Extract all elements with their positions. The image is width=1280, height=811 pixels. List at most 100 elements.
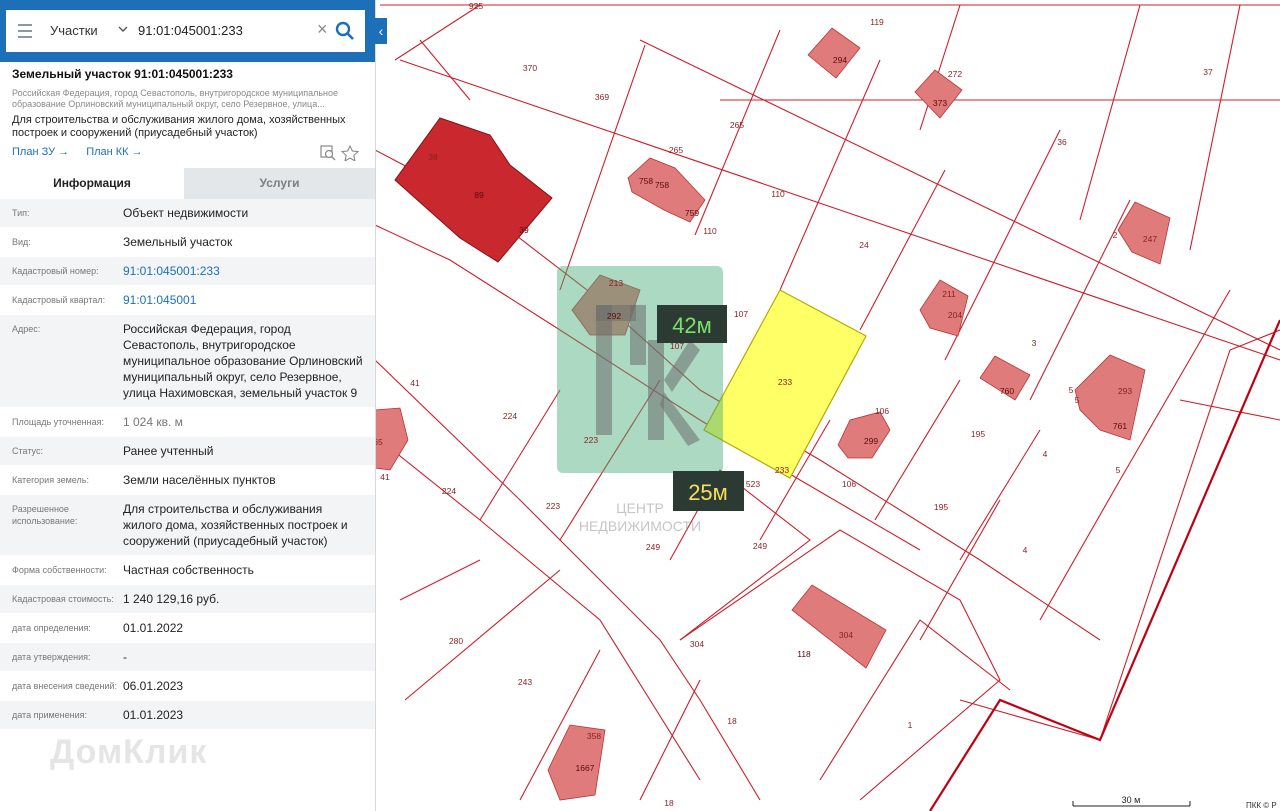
parcel-number-label: 5 bbox=[1075, 395, 1080, 405]
parcel-number-label: 265 bbox=[669, 145, 683, 155]
parcel-number-label: 304 bbox=[839, 630, 853, 640]
zoom-to-icon[interactable] bbox=[320, 145, 336, 161]
measure-short-label: 25м bbox=[688, 480, 728, 505]
parcel-number-label: 294 bbox=[833, 55, 847, 65]
info-label: Кадастровая стоимость: bbox=[12, 594, 114, 604]
chevron-down-icon[interactable] bbox=[117, 23, 129, 35]
parcel-number-label: 758 bbox=[639, 176, 653, 186]
info-value: 01.01.2023 bbox=[123, 708, 184, 722]
parcel-number-label: 41 bbox=[410, 378, 420, 388]
parcel-number-label: 1 bbox=[908, 720, 913, 730]
parcel-number-label: 106 bbox=[842, 479, 856, 489]
info-panel: Участки 91:01:045001:233 × Земельный уча… bbox=[0, 0, 376, 811]
info-value: Земли населённых пунктов bbox=[123, 473, 276, 487]
info-label: Статус: bbox=[12, 446, 43, 456]
info-label: дата определения: bbox=[12, 623, 91, 633]
info-row: Адрес: Российская Федерация, город Севаст… bbox=[0, 315, 375, 408]
info-label: Категория земель: bbox=[12, 475, 89, 485]
info-row: Вид: Земельный участок bbox=[0, 228, 375, 257]
parcel-number-label: 110 bbox=[703, 226, 717, 236]
parcel-number-label: 304 bbox=[690, 639, 704, 649]
parcel-number-label: 249 bbox=[646, 542, 660, 552]
parcel-number-label: 107 bbox=[670, 341, 684, 351]
parcel-number-label: 358 bbox=[587, 731, 601, 741]
parcel-number-label: 5 bbox=[1116, 465, 1121, 475]
info-value: Ранее учтенный bbox=[123, 444, 214, 458]
tab-information[interactable]: Информация bbox=[0, 168, 184, 199]
info-label: Форма собственности: bbox=[12, 565, 107, 575]
purpose-summary: Для строительства и обслуживания жилого … bbox=[12, 114, 346, 139]
info-value-link[interactable]: 91:01:045001 bbox=[123, 286, 363, 314]
parcel-number-label: 272 bbox=[948, 69, 962, 79]
parcel-number-label: 37 bbox=[1203, 67, 1213, 77]
info-value: 1 024 кв. м bbox=[123, 415, 183, 429]
info-value: 06.01.2023 bbox=[123, 679, 184, 693]
star-icon[interactable] bbox=[340, 145, 360, 161]
search-input[interactable]: 91:01:045001:233 bbox=[138, 23, 243, 38]
info-row: дата внесения сведений: 06.01.2023 bbox=[0, 672, 375, 701]
parcel-number-label: 24 bbox=[859, 240, 869, 250]
parcel-number-label: 195 bbox=[971, 429, 985, 439]
parcel-number-label: 106 bbox=[875, 406, 889, 416]
parcel-number-label: 195 bbox=[934, 502, 948, 512]
measure-25: 25м bbox=[673, 471, 744, 511]
measure-42: 42м bbox=[657, 305, 727, 343]
info-value: Земельный участок bbox=[123, 235, 233, 249]
parcel-number-label: 760 bbox=[1000, 386, 1014, 396]
parcel-number-label: 18 bbox=[664, 798, 674, 808]
info-row: дата определения: 01.01.2022 bbox=[0, 614, 375, 643]
parcel-number-label: 247 bbox=[1143, 234, 1157, 244]
info-label: Кадастровый квартал: bbox=[12, 295, 106, 305]
info-value: Российская Федерация, город Севастополь,… bbox=[123, 322, 363, 400]
search-box[interactable]: Участки 91:01:045001:233 × bbox=[6, 10, 365, 52]
parcel-number-label: 110 bbox=[771, 189, 785, 199]
info-label: Вид: bbox=[12, 237, 31, 247]
parcel-number-label: 280 bbox=[449, 636, 463, 646]
parcel-number-label: 3 bbox=[1032, 338, 1037, 348]
info-label: дата утверждения: bbox=[12, 652, 91, 662]
agency-watermark-line2: НЕДВИЖИМОСТИ bbox=[579, 518, 701, 534]
tab-services[interactable]: Услуги bbox=[184, 168, 375, 199]
info-value: Объект недвижимости bbox=[123, 206, 249, 220]
info-value: 01.01.2022 bbox=[123, 621, 184, 635]
parcel-number-label: 761 bbox=[1113, 421, 1127, 431]
info-row: Тип: Объект недвижимости bbox=[0, 199, 375, 228]
search-icon[interactable] bbox=[334, 20, 356, 42]
scale-label: 30 м bbox=[1122, 795, 1141, 805]
info-row: дата утверждения: - bbox=[0, 643, 375, 672]
parcel-number-label: 213 bbox=[609, 278, 623, 288]
parcel-number-label: 118 bbox=[797, 649, 811, 659]
address-summary: Российская Федерация, город Севастополь,… bbox=[12, 88, 339, 109]
collapse-panel-button[interactable]: ‹ bbox=[375, 18, 387, 44]
parcel-number-label: 299 bbox=[864, 436, 878, 446]
info-row: Категория земель: Земли населённых пункто… bbox=[0, 466, 375, 495]
parcel-number-label: 5 bbox=[1069, 385, 1074, 395]
parcel-number-label: 38 bbox=[428, 152, 438, 162]
parcel-number-label: 925 bbox=[469, 1, 483, 11]
parcel-number-label: 107 bbox=[734, 309, 748, 319]
parcel-number-label: 2 bbox=[1113, 230, 1118, 240]
info-row: Кадастровый номер: 91:01:045001:233 bbox=[0, 257, 375, 286]
parcel-number-label: 39 bbox=[519, 225, 529, 235]
info-label: дата внесения сведений: bbox=[12, 681, 117, 691]
page-title: Земельный участок 91:01:045001:233 bbox=[12, 67, 233, 81]
parcel-number-label: 211 bbox=[942, 289, 956, 299]
info-label: Кадастровый номер: bbox=[12, 266, 99, 276]
parcel-number-label: 4 bbox=[1043, 449, 1048, 459]
search-bar: Участки 91:01:045001:233 × bbox=[0, 0, 375, 62]
info-label: Площадь уточненная: bbox=[12, 417, 104, 427]
close-icon[interactable]: × bbox=[317, 20, 328, 38]
parcel-number-label: 41 bbox=[380, 472, 390, 482]
search-type-select[interactable]: Участки bbox=[50, 23, 98, 38]
plan-kk-link[interactable]: План КК → bbox=[86, 146, 142, 158]
parcel-number-label: 233 bbox=[775, 465, 789, 475]
parcel-number-label: 89 bbox=[474, 190, 484, 200]
info-row: Кадастровая стоимость: 1 240 129,16 руб. bbox=[0, 585, 375, 614]
menu-icon[interactable] bbox=[18, 24, 32, 38]
plan-zu-link[interactable]: План ЗУ → bbox=[12, 146, 69, 158]
info-value-link[interactable]: 91:01:045001:233 bbox=[123, 257, 363, 285]
parcel-number-label: 370 bbox=[523, 63, 537, 73]
info-row: Кадастровый квартал: 91:01:045001 bbox=[0, 286, 375, 315]
info-row: дата применения: 01.01.2023 bbox=[0, 701, 375, 730]
info-value: Для строительства и обслуживания жилого … bbox=[123, 502, 348, 548]
